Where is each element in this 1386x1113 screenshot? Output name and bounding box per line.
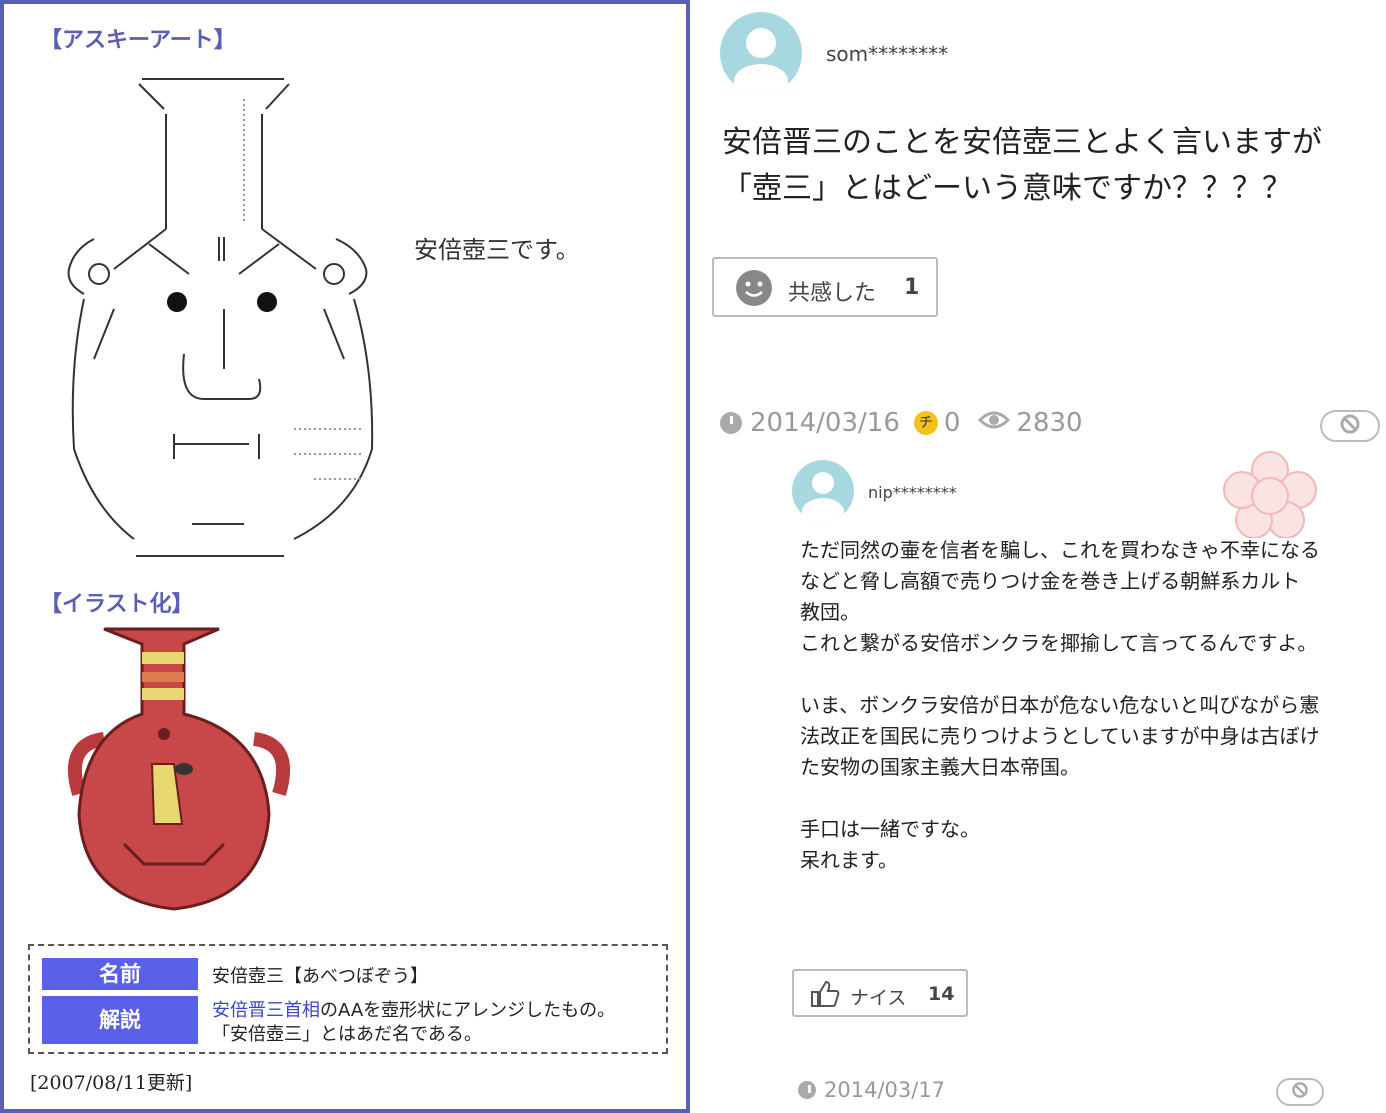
ban-icon xyxy=(1291,1081,1309,1103)
sakura-badge-icon xyxy=(1223,451,1317,538)
desc-line1: 安倍晋三首相のAAを壺形状にアレンジしたもの。 xyxy=(212,996,615,1022)
aa-caption: 安倍壺三です。 xyxy=(414,236,580,264)
coin-icon: チ xyxy=(913,411,938,435)
abe-link[interactable]: 安倍晋三首相 xyxy=(212,1000,320,1021)
smile-icon xyxy=(736,270,772,306)
name-value: 安倍壺三【あべつぼぞう】 xyxy=(212,966,428,987)
illust-section-title: 【イラスト化】 xyxy=(40,592,194,617)
answerer-username[interactable]: nip******** xyxy=(868,483,957,502)
question-meta: 2014/03/16 チ 0 2830 xyxy=(720,408,1083,438)
question-date: 2014/03/16 xyxy=(750,408,900,438)
nice-label: ナイス xyxy=(850,987,907,1009)
pot-illustration xyxy=(67,627,291,911)
desc-label: 解説 xyxy=(42,996,198,1044)
aa-section-title: 【アスキーアート】 xyxy=(40,28,236,53)
nice-button[interactable]: ナイス 14 xyxy=(792,969,968,1017)
answer-report-button[interactable] xyxy=(1276,1078,1324,1106)
nice-count: 14 xyxy=(928,983,955,1005)
empathy-button[interactable]: 共感した 1 xyxy=(712,257,938,317)
wiki-panel: 【アスキーアート】 安倍壺三です。 【イラスト化】 名前 安倍壺三【あべつぼぞう… xyxy=(0,0,690,1113)
view-count: 2830 xyxy=(1016,408,1083,438)
report-button[interactable] xyxy=(1320,410,1380,442)
clock-icon xyxy=(798,1081,816,1099)
empathy-label: 共感した xyxy=(788,281,877,306)
updated-date: [2007/08/11更新] xyxy=(30,1072,193,1094)
clock-icon xyxy=(720,412,742,434)
desc-line2: 「安倍壺三」とはあだ名である。 xyxy=(212,1024,482,1045)
info-box: 名前 安倍壺三【あべつぼぞう】 解説 安倍晋三首相のAAを壺形状にアレンジしたも… xyxy=(28,944,668,1054)
qa-panel: som******** 安倍晋三のことを安倍壺三とよく言いますが「壺三」とはどー… xyxy=(690,0,1386,1113)
coin-count: 0 xyxy=(943,408,961,438)
questioner-avatar[interactable] xyxy=(720,12,802,94)
eye-icon xyxy=(978,408,1011,438)
empathy-count: 1 xyxy=(904,275,920,300)
answerer-avatar[interactable] xyxy=(792,460,854,522)
answer-text: ただ同然の壷を信者を騙し、これを買わなきゃ不幸になるなどと脅し高額で売りつけ金を… xyxy=(800,538,1320,872)
name-label: 名前 xyxy=(42,958,198,990)
questioner-username[interactable]: som******** xyxy=(826,42,948,66)
answer-meta: 2014/03/17 xyxy=(798,1078,945,1102)
thumbs-up-icon xyxy=(810,980,840,1012)
question-text: 安倍晋三のことを安倍壺三とよく言いますが「壺三」とはどーいう意味ですか？？？？ xyxy=(722,125,1322,206)
answer-date: 2014/03/17 xyxy=(824,1078,946,1102)
ascii-art-pot xyxy=(67,78,374,557)
desc-rest: のAAを壺形状にアレンジしたもの。 xyxy=(320,1000,616,1021)
ban-icon xyxy=(1339,413,1361,439)
